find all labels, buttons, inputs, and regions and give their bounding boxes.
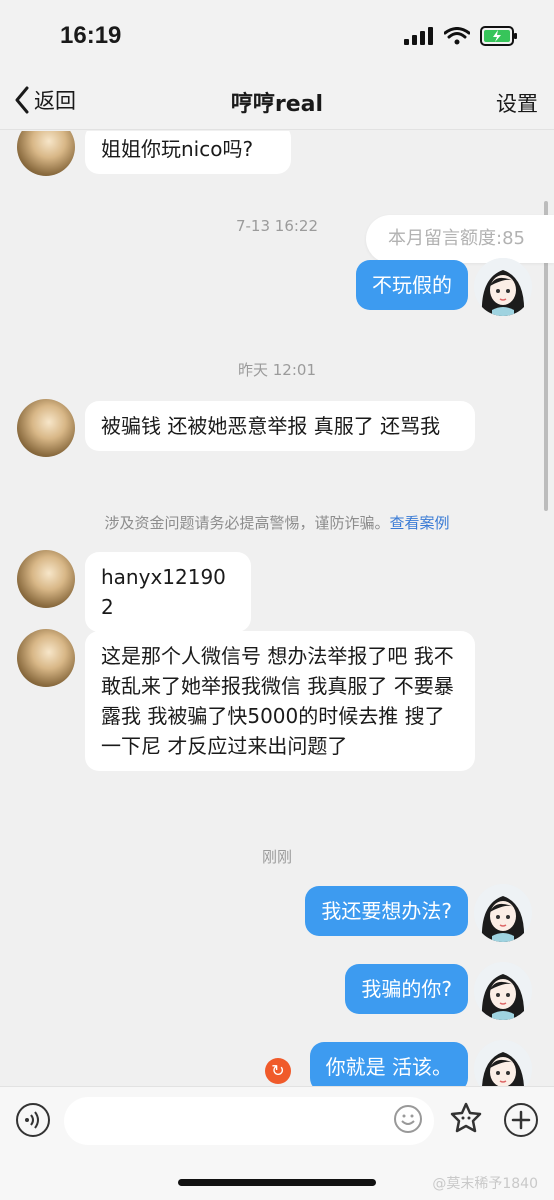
battery-icon (480, 26, 517, 46)
my-avatar[interactable] (474, 962, 532, 1020)
message-bubble-right[interactable]: 你就是 活该。 (309, 1042, 468, 1086)
status-bar: 16:19 (0, 0, 554, 72)
sticker-icon[interactable] (448, 1101, 484, 1137)
settings-button[interactable]: 设置 (496, 88, 538, 118)
my-avatar[interactable] (474, 884, 532, 942)
smiley-icon (401, 1114, 415, 1125)
contact-avatar[interactable] (17, 550, 75, 608)
girl-avatar-icon (474, 1040, 532, 1086)
plus-icon (511, 1110, 531, 1130)
timestamp: 昨天 12:01 (238, 361, 316, 379)
page-title: 哼哼real (230, 92, 324, 117)
watermark: @莫末稀予1840 (432, 1176, 538, 1192)
nav-bar: 返回 哼哼real 设置 (0, 72, 554, 130)
timestamp: 刚刚 (261, 848, 292, 866)
resend-icon[interactable]: ↻ (265, 1058, 291, 1084)
signal-icon (404, 27, 433, 45)
message-bubble-left[interactable]: 姐姐你玩nico吗? (85, 131, 291, 174)
girl-avatar-icon (474, 258, 532, 316)
message-quota-badge: 本月留言额度:85 (366, 215, 554, 263)
girl-avatar-icon (474, 962, 532, 1020)
my-avatar[interactable] (474, 1040, 532, 1086)
input-bar: @莫末稀予1840 (0, 1086, 554, 1200)
view-cases-link[interactable]: 查看案例 (390, 514, 450, 532)
fraud-warning-notice: 涉及资金问题请务必提高警惕，谨防诈骗。查看案例 (0, 512, 554, 533)
chat-area[interactable]: 姐姐你玩nico吗? 7-13 16:22 本月留言额度:85 不玩假的 昨天 … (0, 131, 554, 1086)
message-bubble-left[interactable]: hanyx121902 (85, 552, 251, 632)
message-bubble-left[interactable]: 被骗钱 还被她恶意举报 真服了 还骂我 (85, 401, 475, 451)
message-bubble-right[interactable]: 我骗的你? (345, 964, 468, 1014)
contact-avatar[interactable] (17, 131, 75, 176)
wifi-icon (444, 27, 470, 45)
home-indicator[interactable] (178, 1179, 376, 1186)
voice-icon (25, 1111, 39, 1129)
fraud-warning-text: 涉及资金问题请务必提高警惕，谨防诈骗。 (104, 514, 390, 532)
message-bubble-left[interactable]: 这是那个人微信号 想办法举报了吧 我不敢乱来了她举报我微信 我真服了 不要暴露我… (85, 631, 475, 771)
contact-avatar[interactable] (17, 629, 75, 687)
my-avatar[interactable] (474, 258, 532, 316)
more-options-button[interactable] (504, 1103, 538, 1137)
message-bubble-right[interactable]: 我还要想办法? (305, 886, 468, 936)
status-icons (404, 26, 518, 46)
status-time: 16:19 (60, 22, 122, 49)
voice-input-button[interactable] (16, 1103, 50, 1137)
girl-avatar-icon (474, 884, 532, 942)
emoji-button[interactable] (394, 1105, 422, 1133)
contact-avatar[interactable] (17, 399, 75, 457)
message-bubble-right[interactable]: 不玩假的 (356, 260, 468, 310)
message-input[interactable] (64, 1097, 434, 1145)
